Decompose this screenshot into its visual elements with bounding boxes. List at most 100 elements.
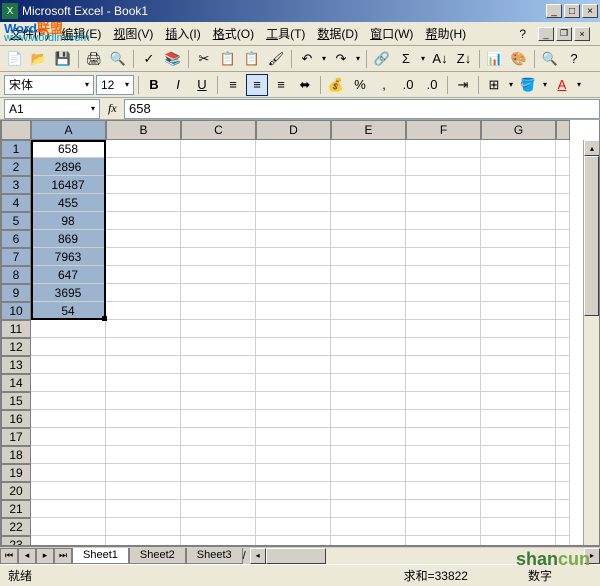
cell-E7[interactable] <box>331 248 406 266</box>
align-right-icon[interactable]: ≡ <box>270 74 292 96</box>
cell-C12[interactable] <box>181 338 256 356</box>
align-left-icon[interactable]: ≡ <box>222 74 244 96</box>
cell-B9[interactable] <box>106 284 181 302</box>
fill-color-icon[interactable]: 🪣 <box>517 74 539 96</box>
name-box[interactable]: A1▾ <box>4 99 100 119</box>
cell-F6[interactable] <box>406 230 481 248</box>
borders-dropdown[interactable]: ▾ <box>507 80 515 89</box>
cell-F20[interactable] <box>406 482 481 500</box>
cell-B15[interactable] <box>106 392 181 410</box>
col-header-E[interactable]: E <box>331 120 406 140</box>
cell-F17[interactable] <box>406 428 481 446</box>
cell-A8[interactable]: 647 <box>31 266 106 284</box>
font-size-select[interactable]: 12▾ <box>96 75 134 95</box>
cell-F14[interactable] <box>406 374 481 392</box>
cell-D16[interactable] <box>256 410 331 428</box>
cell-E4[interactable] <box>331 194 406 212</box>
cell-C9[interactable] <box>181 284 256 302</box>
cell-B3[interactable] <box>106 176 181 194</box>
row-header-8[interactable]: 8 <box>1 266 31 284</box>
cell-C1[interactable] <box>181 140 256 158</box>
cell-E23[interactable] <box>331 536 406 546</box>
cell-C23[interactable] <box>181 536 256 546</box>
cell-F13[interactable] <box>406 356 481 374</box>
cell-E5[interactable] <box>331 212 406 230</box>
cell-D15[interactable] <box>256 392 331 410</box>
cell-G9[interactable] <box>481 284 556 302</box>
cell-C8[interactable] <box>181 266 256 284</box>
cell-D22[interactable] <box>256 518 331 536</box>
drawing-icon[interactable]: 🎨 <box>508 48 530 70</box>
cell-F4[interactable] <box>406 194 481 212</box>
formula-input[interactable]: 658 <box>124 99 600 119</box>
cell-E14[interactable] <box>331 374 406 392</box>
cell-G21[interactable] <box>481 500 556 518</box>
decrease-decimal-icon[interactable]: .0 <box>421 74 443 96</box>
cell-G23[interactable] <box>481 536 556 546</box>
cell-B4[interactable] <box>106 194 181 212</box>
row-header-22[interactable]: 22 <box>1 518 31 536</box>
cell-E17[interactable] <box>331 428 406 446</box>
cell-A17[interactable] <box>31 428 106 446</box>
cell-A1[interactable]: 658 <box>31 140 106 158</box>
font-color-icon[interactable]: A <box>551 74 573 96</box>
cell-D1[interactable] <box>256 140 331 158</box>
row-header-9[interactable]: 9 <box>1 284 31 302</box>
cell-B8[interactable] <box>106 266 181 284</box>
cell-D20[interactable] <box>256 482 331 500</box>
cell-A20[interactable] <box>31 482 106 500</box>
cell-G22[interactable] <box>481 518 556 536</box>
save-icon[interactable]: 💾 <box>52 48 74 70</box>
cell-G13[interactable] <box>481 356 556 374</box>
help-input-icon[interactable]: ? <box>513 25 532 43</box>
sort-asc-icon[interactable]: A↓ <box>429 48 451 70</box>
cell-F19[interactable] <box>406 464 481 482</box>
cell-G7[interactable] <box>481 248 556 266</box>
scroll-up-icon[interactable]: ▴ <box>584 140 600 156</box>
cell-A18[interactable] <box>31 446 106 464</box>
cell-B13[interactable] <box>106 356 181 374</box>
percent-button[interactable]: % <box>349 74 371 96</box>
cell-D5[interactable] <box>256 212 331 230</box>
cell-A10[interactable]: 54 <box>31 302 106 320</box>
paste-icon[interactable]: 📋 <box>241 48 263 70</box>
cell-E6[interactable] <box>331 230 406 248</box>
cell-G8[interactable] <box>481 266 556 284</box>
scroll-left-icon[interactable]: ◂ <box>250 548 266 564</box>
cell-A5[interactable]: 98 <box>31 212 106 230</box>
cell-G10[interactable] <box>481 302 556 320</box>
cell-B12[interactable] <box>106 338 181 356</box>
cell-B20[interactable] <box>106 482 181 500</box>
fill-dropdown[interactable]: ▾ <box>541 80 549 89</box>
row-header-2[interactable]: 2 <box>1 158 31 176</box>
cell-A7[interactable]: 7963 <box>31 248 106 266</box>
cell-C4[interactable] <box>181 194 256 212</box>
cell-C19[interactable] <box>181 464 256 482</box>
cell-A13[interactable] <box>31 356 106 374</box>
fx-icon[interactable]: fx <box>104 101 124 116</box>
cell-E9[interactable] <box>331 284 406 302</box>
cell-E16[interactable] <box>331 410 406 428</box>
cell-D3[interactable] <box>256 176 331 194</box>
italic-button[interactable]: I <box>167 74 189 96</box>
redo-dropdown[interactable]: ▾ <box>354 54 362 63</box>
cell-E12[interactable] <box>331 338 406 356</box>
cell-C11[interactable] <box>181 320 256 338</box>
cell-D14[interactable] <box>256 374 331 392</box>
cell-F10[interactable] <box>406 302 481 320</box>
tab-prev-icon[interactable]: ◂ <box>18 548 36 564</box>
new-icon[interactable]: 📄 <box>4 48 26 70</box>
cell-D10[interactable] <box>256 302 331 320</box>
cell-C20[interactable] <box>181 482 256 500</box>
col-header-B[interactable]: B <box>106 120 181 140</box>
cell-A14[interactable] <box>31 374 106 392</box>
align-center-icon[interactable]: ≡ <box>246 74 268 96</box>
redo-icon[interactable]: ↷ <box>330 48 352 70</box>
cell-E2[interactable] <box>331 158 406 176</box>
chart-icon[interactable]: 📊 <box>484 48 506 70</box>
menu-insert[interactable]: 插入(I) <box>159 23 206 44</box>
row-header-3[interactable]: 3 <box>1 176 31 194</box>
cell-G20[interactable] <box>481 482 556 500</box>
tab-sheet1[interactable]: Sheet1 <box>72 548 129 564</box>
sort-desc-icon[interactable]: Z↓ <box>453 48 475 70</box>
